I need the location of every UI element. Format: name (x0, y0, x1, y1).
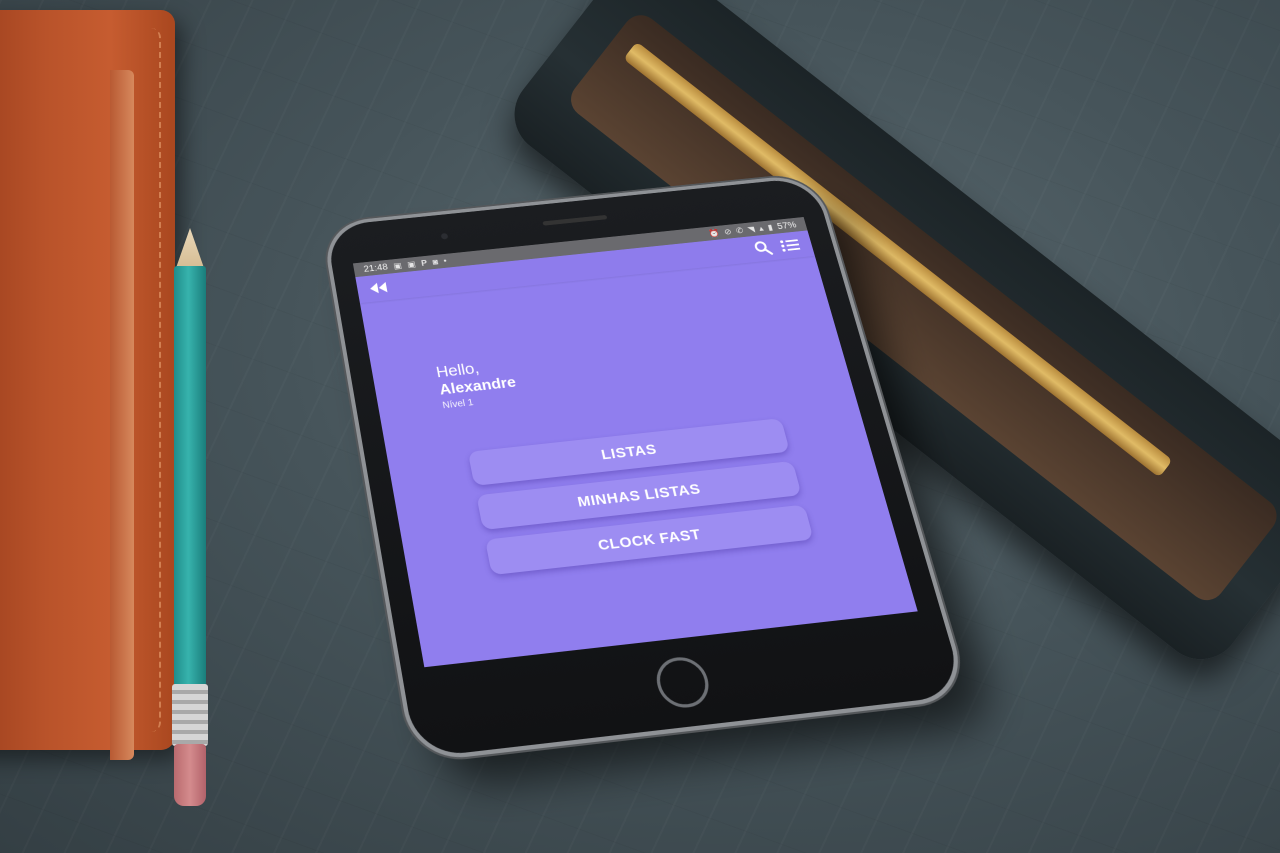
data-saver-icon: ◙ (431, 257, 439, 267)
search-icon[interactable] (752, 240, 773, 257)
gallery-icon: ▣ (392, 260, 403, 271)
notebook-edge (110, 70, 134, 760)
parking-icon: P (420, 258, 428, 268)
alarm-icon: ⏰ (707, 227, 721, 238)
battery-percentage: 57% (776, 220, 798, 232)
mute-icon: ⊘ (723, 226, 733, 236)
pencil-body (174, 266, 206, 686)
pencil-tip (176, 228, 204, 268)
front-camera (440, 232, 449, 240)
main-menu: LISTAS MINHAS LISTAS CLOCK FAST (467, 418, 814, 576)
wifi-icon: ◥ (746, 224, 756, 234)
leather-notebook (0, 10, 175, 760)
list-icon[interactable] (779, 237, 802, 253)
battery-icon: ▮ (766, 222, 774, 232)
pencil-eraser (174, 744, 206, 806)
home-button[interactable] (651, 654, 714, 711)
dot-icon: • (442, 256, 448, 266)
gallery-icon: ▣ (406, 259, 417, 269)
pencil-ferrule (172, 684, 208, 746)
status-time: 21:48 (362, 262, 389, 275)
signal-icon: ▴ (757, 223, 765, 233)
volte-icon: ✆ (734, 225, 745, 235)
user-greeting: Hello, Alexandre Nível 1 (435, 356, 521, 413)
earpiece-speaker (542, 214, 608, 226)
phone-screen: 21:48 ▣ ▣ P ◙ • ⏰ ⊘ ✆ ◥ ▴ ▮ 57% Hello, A… (352, 216, 918, 668)
pencil (166, 228, 214, 808)
rewind-icon[interactable] (368, 281, 389, 295)
